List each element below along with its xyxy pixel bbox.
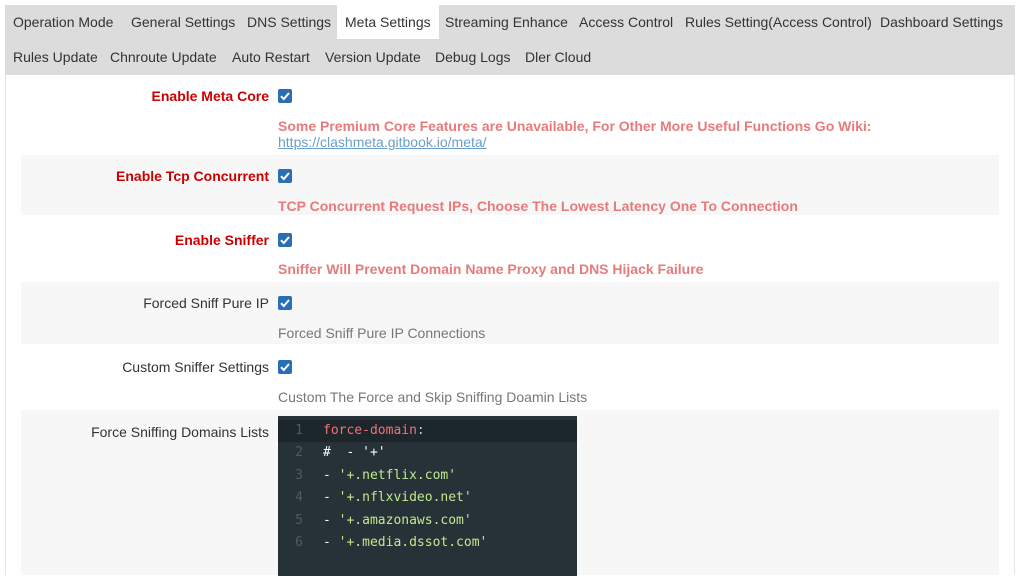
sniffer-label: Enable Sniffer <box>174 232 269 248</box>
meta-core-checkbox[interactable] <box>278 89 292 103</box>
line-number: 1 <box>295 423 303 438</box>
tab-chnroute-update[interactable]: Chnroute Update <box>102 40 225 74</box>
meta-settings-panel: Enable Meta Core Some Premium Core Featu… <box>5 75 1015 576</box>
tab-rules-update[interactable]: Rules Update <box>5 40 106 74</box>
line-number: 5 <box>295 513 303 528</box>
tab-auto-restart[interactable]: Auto Restart <box>224 40 318 74</box>
tab-debug-logs[interactable]: Debug Logs <box>427 40 519 74</box>
setting-row-tcp-concurrent: Enable Tcp Concurrent TCP Concurrent Req… <box>21 155 999 215</box>
checkmark-icon <box>280 172 290 181</box>
yaml-value: '+.nflxvideo.net' <box>338 490 472 505</box>
tab-version-update[interactable]: Version Update <box>317 40 429 74</box>
code-text: - '+.amazonaws.com' <box>323 510 472 532</box>
meta-core-description-text: Some Premium Core Features are Unavailab… <box>278 118 872 134</box>
checkmark-icon <box>280 92 290 101</box>
yaml-dash: - <box>323 513 339 528</box>
yaml-colon: : <box>416 423 425 438</box>
line-number: 3 <box>295 468 303 483</box>
line-number: 6 <box>295 535 303 550</box>
setting-row-sniffer: Enable Sniffer Sniffer Will Prevent Doma… <box>21 215 999 282</box>
forced-sniff-pure-ip-label: Forced Sniff Pure IP <box>143 295 269 311</box>
tab-operation-mode[interactable]: Operation Mode <box>5 5 121 39</box>
sniffer-checkbox[interactable] <box>278 233 292 247</box>
tab-general-settings[interactable]: General Settings <box>123 5 243 39</box>
custom-sniffer-checkbox[interactable] <box>278 360 292 374</box>
checkmark-icon <box>280 236 290 245</box>
yaml-value: '+.media.dssot.com' <box>338 535 488 550</box>
tcp-concurrent-checkbox[interactable] <box>278 169 292 183</box>
setting-row-force-sniffing-domains: Force Sniffing Domains Lists 1 force-dom… <box>21 410 999 576</box>
code-editor[interactable]: 1 force-domain: 2 # - '+' 3 - '+.netflix… <box>278 416 577 576</box>
tab-rules-setting-access-control[interactable]: Rules Setting(Access Control) <box>677 5 880 39</box>
tab-dler-cloud[interactable]: Dler Cloud <box>517 40 599 74</box>
code-text: - '+.nflxvideo.net' <box>323 487 472 509</box>
tcp-concurrent-description: TCP Concurrent Request IPs, Choose The L… <box>278 198 798 214</box>
setting-row-meta-core: Enable Meta Core Some Premium Core Featu… <box>21 75 999 155</box>
code-text: - '+.netflix.com' <box>323 465 456 487</box>
line-number: 4 <box>295 490 303 505</box>
yaml-dash: - <box>323 468 339 483</box>
editor-line: 2 # - '+' <box>278 442 577 464</box>
editor-line: 3 - '+.netflix.com' <box>278 465 577 487</box>
custom-sniffer-description: Custom The Force and Skip Sniffing Doami… <box>278 389 588 405</box>
checkmark-icon <box>280 363 290 372</box>
forced-sniff-pure-ip-checkbox[interactable] <box>278 296 292 310</box>
app-window: Operation Mode General Settings DNS Sett… <box>0 0 1021 576</box>
yaml-key: force-domain <box>323 423 417 438</box>
custom-sniffer-label: Custom Sniffer Settings <box>122 359 269 375</box>
editor-line: 5 - '+.amazonaws.com' <box>278 510 577 532</box>
yaml-value: '+.netflix.com' <box>338 468 457 483</box>
code-text: - '+.media.dssot.com' <box>323 532 487 554</box>
force-sniffing-domains-label: Force Sniffing Domains Lists <box>91 424 269 440</box>
code-text: force-domain: <box>323 420 425 442</box>
yaml-dash: - <box>323 490 339 505</box>
tab-bar: Operation Mode General Settings DNS Sett… <box>5 5 1015 75</box>
forced-sniff-pure-ip-description: Forced Sniff Pure IP Connections <box>278 325 486 341</box>
checkmark-icon <box>280 299 290 308</box>
line-number: 2 <box>295 445 303 460</box>
tab-dashboard-settings[interactable]: Dashboard Settings <box>872 5 1011 39</box>
editor-line: 1 force-domain: <box>278 420 577 442</box>
tab-streaming-enhance[interactable]: Streaming Enhance <box>437 5 576 39</box>
code-comment: # - '+' <box>323 445 386 460</box>
yaml-dash: - <box>323 535 339 550</box>
sniffer-description: Sniffer Will Prevent Domain Name Proxy a… <box>278 261 704 277</box>
wiki-link[interactable]: https://clashmeta.gitbook.io/meta/ <box>278 134 487 150</box>
meta-core-description: Some Premium Core Features are Unavailab… <box>278 118 871 134</box>
editor-line: 6 - '+.media.dssot.com' <box>278 532 577 554</box>
tab-dns-settings[interactable]: DNS Settings <box>239 5 339 39</box>
tcp-concurrent-label: Enable Tcp Concurrent <box>116 168 269 184</box>
meta-core-link-wrap: https://clashmeta.gitbook.io/meta/ <box>278 134 487 150</box>
setting-row-custom-sniffer: Custom Sniffer Settings Custom The Force… <box>21 344 999 410</box>
meta-core-label: Enable Meta Core <box>151 88 269 104</box>
yaml-value: '+.amazonaws.com' <box>338 513 472 528</box>
tab-access-control[interactable]: Access Control <box>571 5 681 39</box>
editor-line: 4 - '+.nflxvideo.net' <box>278 487 577 509</box>
setting-row-forced-sniff-pure-ip: Forced Sniff Pure IP Forced Sniff Pure I… <box>21 282 999 344</box>
tab-meta-settings[interactable]: Meta Settings <box>337 5 439 39</box>
